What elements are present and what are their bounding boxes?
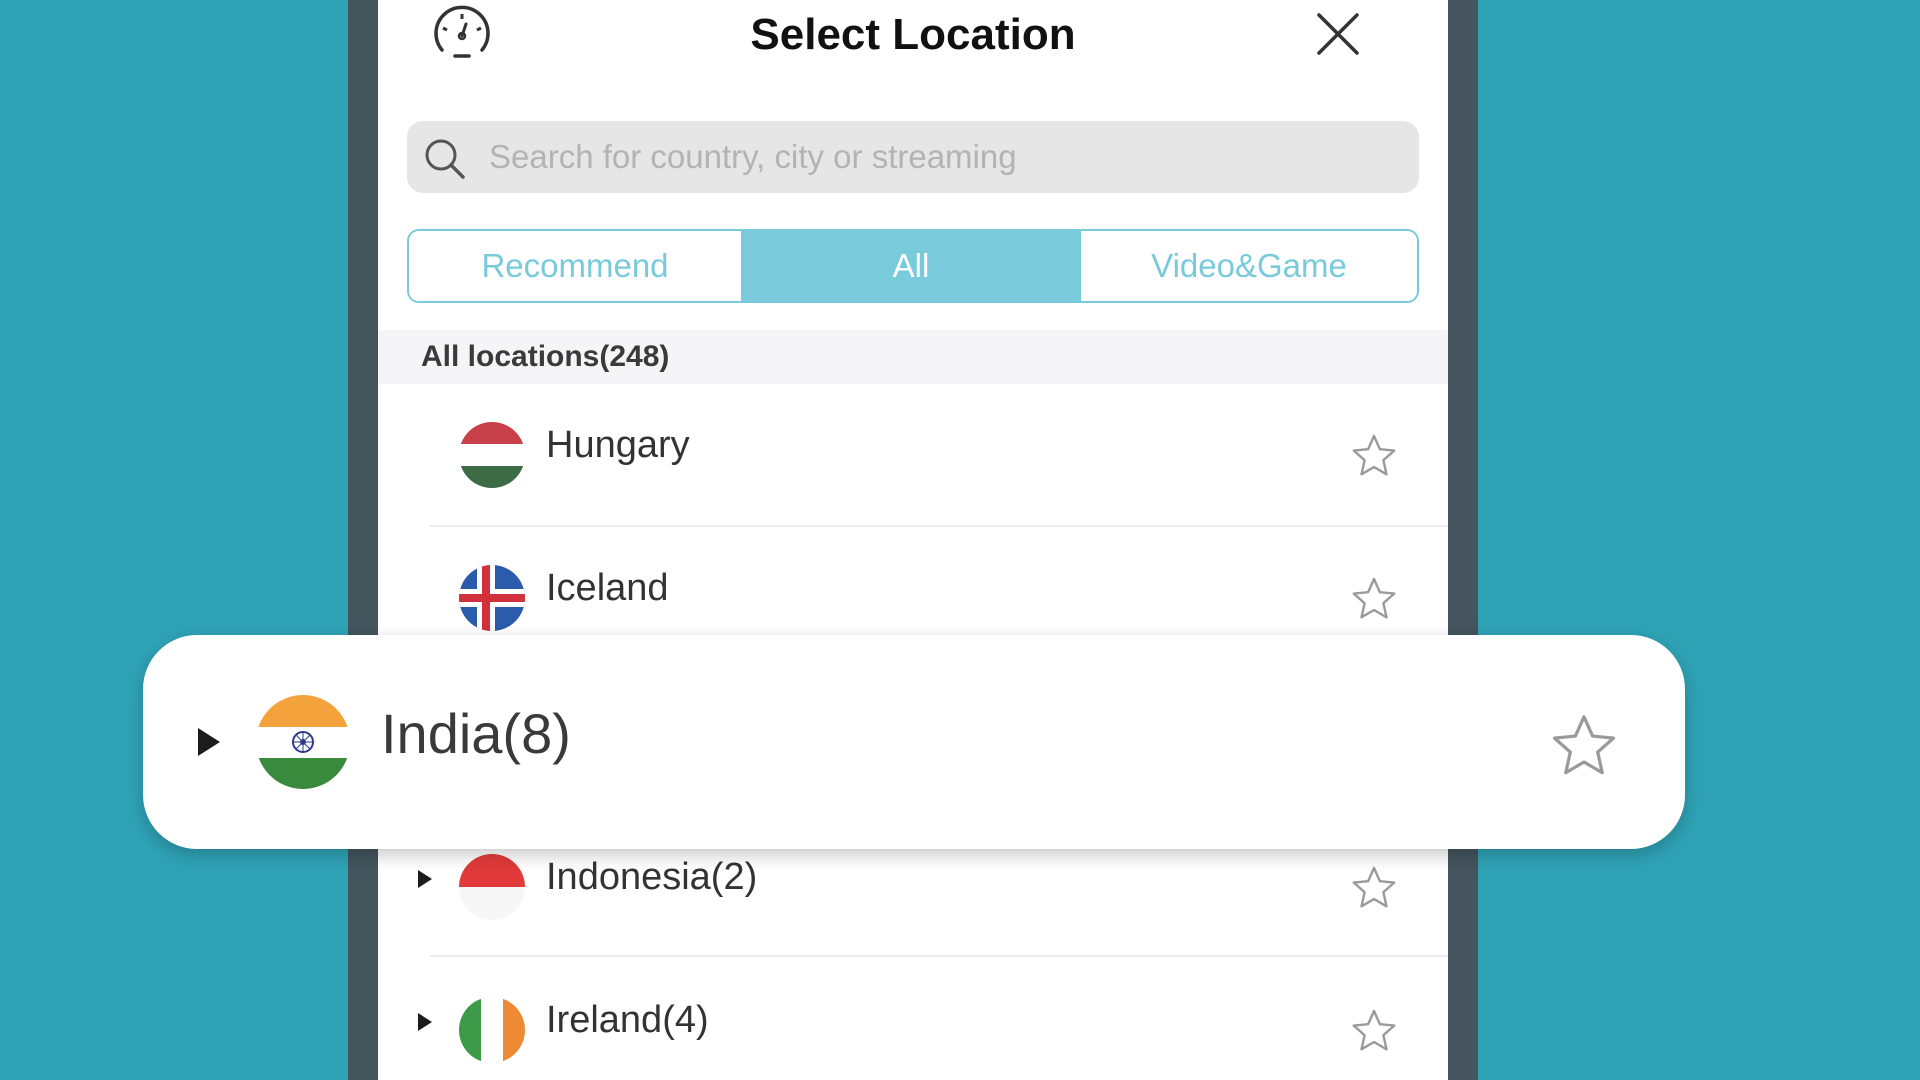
location-name: Indonesia(2)	[546, 856, 758, 898]
search-icon	[423, 137, 467, 181]
tab-video-game[interactable]: Video&Game	[1081, 231, 1417, 301]
header: Select Location	[378, 0, 1448, 80]
indonesia-flag-icon	[459, 854, 525, 920]
tab-recommend[interactable]: Recommend	[409, 231, 741, 301]
highlighted-location-card[interactable]: India(8)	[143, 635, 1685, 849]
tab-all[interactable]: All	[741, 231, 1081, 301]
ireland-flag-icon	[459, 997, 525, 1063]
iceland-flag-icon	[459, 565, 525, 631]
close-icon[interactable]	[1316, 12, 1360, 56]
search-bar[interactable]	[407, 121, 1419, 193]
favorite-star-icon[interactable]	[1350, 1007, 1398, 1055]
expand-arrow-icon[interactable]	[198, 728, 220, 756]
location-name: Ireland(4)	[546, 999, 709, 1041]
expand-arrow-icon[interactable]	[418, 1013, 432, 1031]
location-screen: Select Location Recommend All Video&Game…	[378, 0, 1448, 1080]
favorite-star-icon[interactable]	[1350, 864, 1398, 912]
search-input[interactable]	[489, 121, 1389, 193]
hungary-flag-icon	[459, 422, 525, 488]
location-name: Hungary	[546, 424, 690, 466]
location-tabs: Recommend All Video&Game	[407, 229, 1419, 303]
favorite-star-icon[interactable]	[1350, 432, 1398, 480]
india-flag-icon	[256, 695, 350, 789]
expand-arrow-icon[interactable]	[418, 870, 432, 888]
section-header: All locations(248)	[378, 330, 1448, 384]
list-item[interactable]: Ireland(4)	[378, 957, 1448, 1080]
location-name: India(8)	[381, 702, 571, 765]
favorite-star-icon[interactable]	[1549, 711, 1619, 781]
page-title: Select Location	[750, 10, 1076, 59]
location-name: Iceland	[546, 567, 669, 609]
favorite-star-icon[interactable]	[1350, 575, 1398, 623]
list-item[interactable]: Hungary	[378, 384, 1448, 527]
